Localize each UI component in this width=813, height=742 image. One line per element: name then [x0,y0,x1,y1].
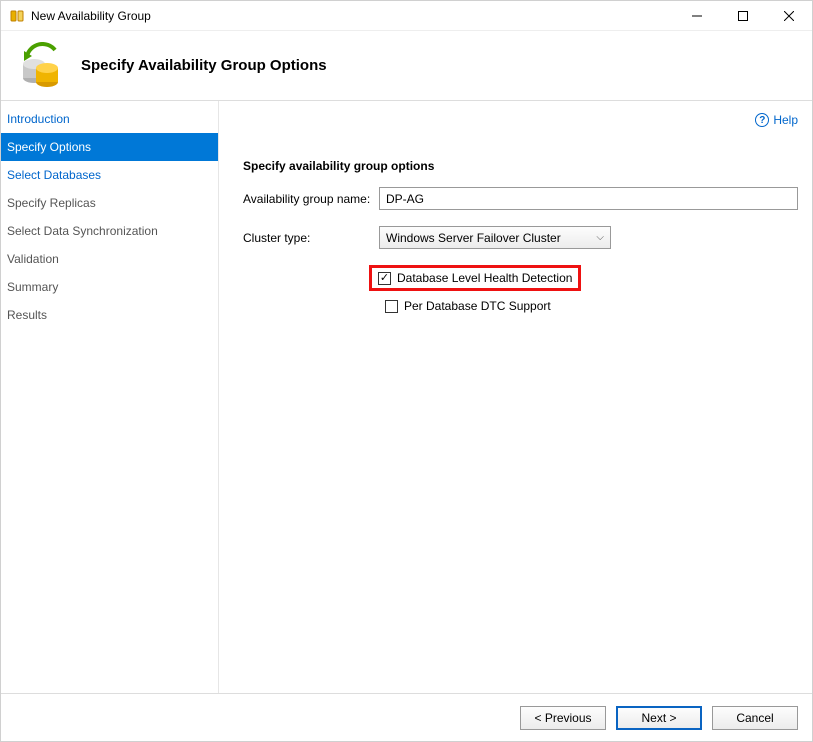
sidebar-item-select-data-sync: Select Data Synchronization [1,217,218,245]
sidebar-item-specify-replicas: Specify Replicas [1,189,218,217]
wizard-body: Introduction Specify Options Select Data… [1,101,812,693]
previous-button[interactable]: < Previous [520,706,606,730]
sidebar-item-summary: Summary [1,273,218,301]
section-title: Specify availability group options [243,159,798,173]
help-label: Help [773,113,798,127]
wizard-header: Specify Availability Group Options [1,31,812,101]
wizard-icon [17,42,65,90]
next-button[interactable]: Next > [616,706,702,730]
minimize-button[interactable] [674,1,720,31]
help-link[interactable]: ? Help [755,113,798,127]
db-health-label: Database Level Health Detection [397,271,572,285]
dtc-label: Per Database DTC Support [404,299,551,313]
db-health-checkbox[interactable] [378,272,391,285]
app-icon [9,8,25,24]
wizard-window: New Availability Group Specify Ava [0,0,813,742]
help-icon: ? [755,113,769,127]
close-button[interactable] [766,1,812,31]
sidebar-item-results: Results [1,301,218,329]
cluster-type-label: Cluster type: [243,231,379,245]
sidebar-item-introduction[interactable]: Introduction [1,105,218,133]
maximize-button[interactable] [720,1,766,31]
sidebar-item-specify-options[interactable]: Specify Options [1,133,218,161]
chevron-down-icon: ⌵ [596,232,604,243]
window-title: New Availability Group [31,9,151,23]
cluster-type-value: Windows Server Failover Cluster [386,231,561,245]
db-health-checkbox-row[interactable]: Database Level Health Detection [369,265,581,291]
ag-name-input[interactable] [379,187,798,210]
dtc-checkbox[interactable] [385,300,398,313]
cluster-type-select[interactable]: Windows Server Failover Cluster ⌵ [379,226,611,249]
page-title: Specify Availability Group Options [81,57,327,74]
wizard-content: ? Help Specify availability group option… [219,101,812,693]
sidebar-item-select-databases[interactable]: Select Databases [1,161,218,189]
ag-name-label: Availability group name: [243,192,379,206]
sidebar-item-validation: Validation [1,245,218,273]
dtc-checkbox-row[interactable]: Per Database DTC Support [379,295,557,317]
cancel-button[interactable]: Cancel [712,706,798,730]
wizard-steps-sidebar: Introduction Specify Options Select Data… [1,101,219,693]
wizard-footer: < Previous Next > Cancel [1,693,812,741]
title-bar: New Availability Group [1,1,812,31]
